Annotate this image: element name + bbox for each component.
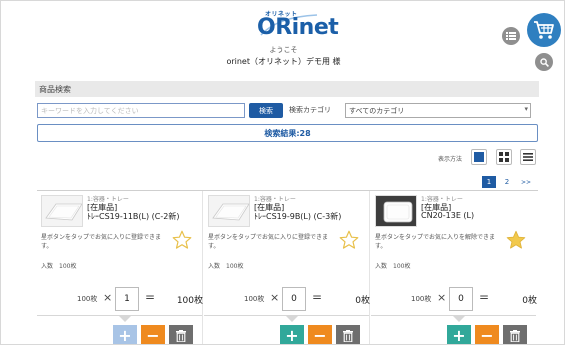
unit-label: 100枚 [411,295,432,303]
app-frame: オリネット ORinet ようこそ orinet（オリネット）デモ用 様 商品検… [0,0,565,345]
minus-icon: − [313,326,327,345]
favorite-note: 星ボタンをタップでお気に入りを解除できます。 [375,234,496,250]
page-next-link[interactable]: >> [518,176,534,188]
minus-button[interactable]: − [475,325,499,345]
trash-icon [176,329,186,342]
quantity-input[interactable]: 0 [282,287,306,311]
minus-button[interactable]: − [308,325,332,345]
keyword-input[interactable] [37,103,245,118]
card-separator [369,191,370,344]
logo-text: ORinet [257,15,339,40]
delete-button[interactable] [336,325,360,344]
product-name[interactable]: CN20-13E (L) [421,211,474,220]
product-image[interactable] [208,195,250,227]
favorite-note: 星ボタンをタップでお気に入りに登録できます。 [41,234,162,250]
page-link-1[interactable]: 1 [482,176,496,188]
minus-icon: − [146,326,160,345]
cart-button[interactable] [527,13,561,47]
favorite-note: 星ボタンをタップでお気に入りに登録できます。 [208,234,329,250]
pointer-triangle [453,316,465,322]
product-image[interactable] [375,195,417,227]
category-selected-value: すべてのカテゴリ [349,107,405,115]
minus-icon: − [480,326,494,345]
times-sign: × [270,291,280,304]
star-icon[interactable] [505,229,527,251]
section-title: 商品検索 [39,85,71,94]
product-name[interactable]: ﾄﾚｰCS19-9B(L) (C-3新) [254,211,341,222]
product-image[interactable] [41,195,83,227]
product-card: 1:容器・トレー [在庫品] ﾄﾚｰCS19-11B(L) (C-2新) 星ボタ… [37,191,203,345]
view-large-button[interactable] [471,149,487,165]
units-per-pack: 入数 100枚 [41,263,77,270]
equals-sign: = [145,290,156,304]
plus-icon: + [452,326,466,345]
trash-icon [343,329,353,342]
grid-large-icon [474,152,484,162]
plus-button[interactable]: + [447,325,471,345]
orinet-logo[interactable]: オリネット ORinet [257,9,339,43]
unit-label: 100枚 [244,295,265,303]
pointer-triangle [286,316,298,322]
list-view-icon [523,153,533,161]
plus-icon: + [118,326,132,345]
times-sign: × [437,291,447,304]
quantity-input[interactable]: 1 [115,287,139,311]
star-icon[interactable] [171,229,193,251]
card-separator [202,191,203,344]
chevron-down-icon: ▾ [524,105,528,113]
grid-small-icon [499,152,509,162]
unit-label: 100枚 [77,295,98,303]
equals-sign: = [479,290,490,304]
product-card: 1:容器・トレー [在庫品] ﾄﾚｰCS19-9B(L) (C-3新) 星ボタン… [204,191,370,345]
units-per-pack: 入数 100枚 [375,263,411,270]
view-grid-button[interactable] [496,149,512,165]
total-quantity: 100枚 [176,296,203,306]
cart-icon [534,21,554,39]
quantity-input[interactable]: 0 [449,287,473,311]
delete-button[interactable] [169,325,193,344]
delete-button[interactable] [503,325,527,344]
list-icon [506,32,516,40]
tray-image [376,196,416,226]
category-label: 検索カテゴリ [289,106,331,114]
units-per-pack: 入数 100枚 [208,263,244,270]
search-toggle-button[interactable] [535,53,553,71]
pointer-triangle [119,316,131,322]
minus-button[interactable]: − [141,325,165,345]
trash-icon [510,329,520,342]
product-card: 1:容器・トレー [在庫品] CN20-13E (L) 星ボタンをタップでお気に… [371,191,537,345]
view-mode-label: 表示方法 [438,156,463,163]
plus-button[interactable]: + [113,325,137,345]
user-greeting: orinet（オリネット）デモ用 様 [226,57,341,66]
star-icon[interactable] [338,229,360,251]
search-icon [539,57,549,67]
times-sign: × [103,291,113,304]
plus-button[interactable]: + [280,325,304,345]
category-select[interactable]: すべてのカテゴリ ▾ [345,103,531,118]
product-name[interactable]: ﾄﾚｰCS19-11B(L) (C-2新) [87,211,179,222]
total-quantity: 0枚 [355,296,370,306]
menu-list-button[interactable] [502,27,520,45]
page-link-2[interactable]: 2 [500,176,514,188]
search-result-count: 検索結果:28 [37,124,538,142]
tray-image [42,196,82,226]
equals-sign: = [312,290,323,304]
search-button[interactable]: 検索 [249,103,283,118]
welcome-text: ようこそ [269,46,298,54]
total-quantity: 0枚 [522,296,537,306]
view-list-button[interactable] [520,149,536,165]
search-section-bar [35,81,539,97]
plus-icon: + [285,326,299,345]
tray-image [209,196,249,226]
